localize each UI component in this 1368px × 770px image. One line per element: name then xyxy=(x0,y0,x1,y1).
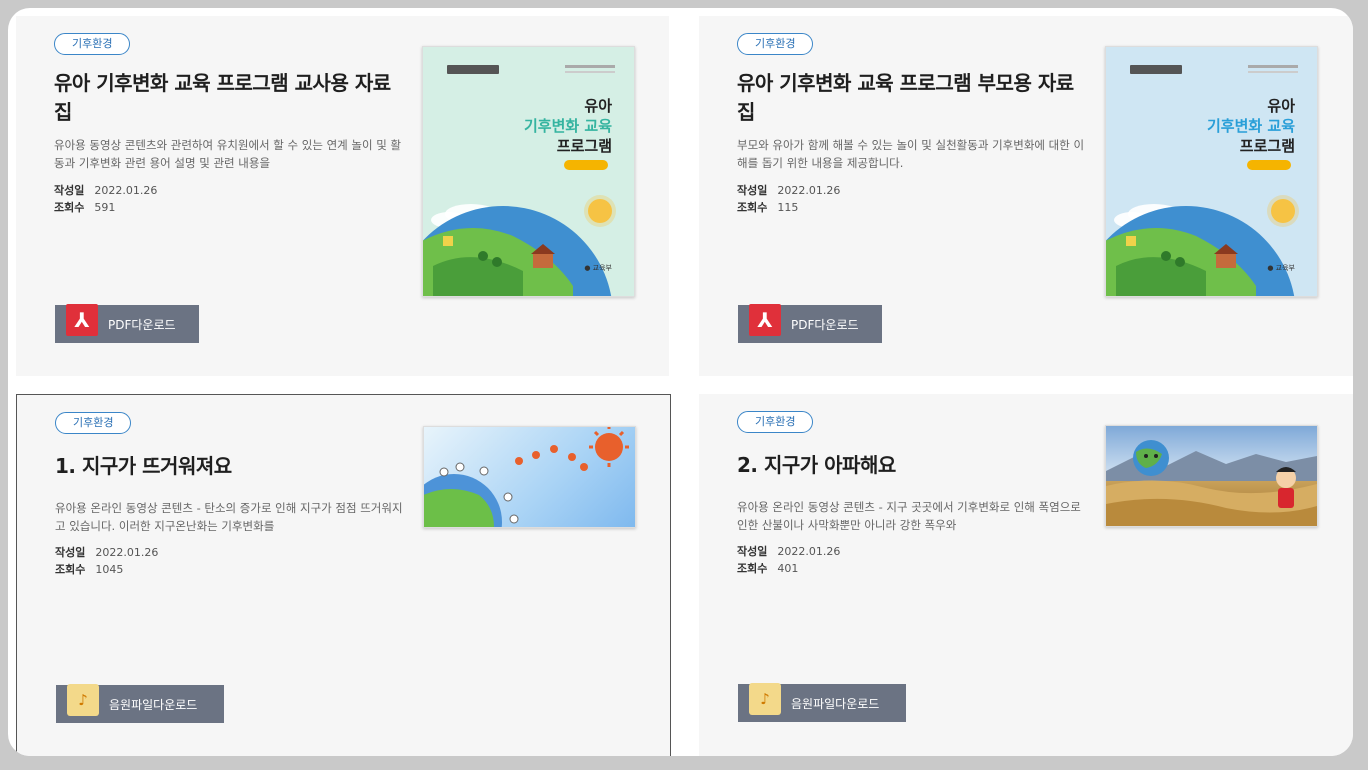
category-tag[interactable]: 기후환경 xyxy=(737,411,814,433)
audio-download-button[interactable]: ♪ 음원파일다운로드 xyxy=(56,683,224,723)
category-tag[interactable]: 기후환경 xyxy=(54,33,131,55)
resource-card[interactable]: 기후환경 2. 지구가 아파해요 유아용 온라인 동영상 콘텐츠 - 지구 곳곳… xyxy=(699,394,1353,756)
ministry-logo: ● 교육부 xyxy=(1267,264,1295,272)
resource-list: 기후환경 유아 기후변화 교육 프로그램 교사용 자료집 유아용 동영상 콘텐츠… xyxy=(8,8,1353,756)
cover-badge xyxy=(564,160,608,170)
button-label: PDF다운로드 xyxy=(108,317,176,332)
cover-title-line2: 기후변화 교육 xyxy=(523,117,612,135)
pdf-icon: ⅄ xyxy=(66,303,98,336)
pdf-icon: ⅄ xyxy=(749,303,781,336)
cover-org-line xyxy=(565,71,615,73)
button-label: 음원파일다운로드 xyxy=(109,697,198,712)
resource-description: 유아용 온라인 동영상 콘텐츠 - 지구 곳곳에서 기후변화로 인해 폭염으로 … xyxy=(737,500,1081,532)
publisher-logo xyxy=(1130,65,1182,74)
resource-title[interactable]: 유아 기후변화 교육 프로그램 교사용 자료집 xyxy=(54,69,404,127)
category-tag[interactable]: 기후환경 xyxy=(737,33,814,55)
audio-file-icon: ♪ xyxy=(749,682,781,715)
views-label: 조회수 xyxy=(737,201,768,214)
button-label: 음원파일다운로드 xyxy=(791,696,880,711)
date-value: 2022.01.26 xyxy=(94,184,158,197)
views-value: 591 xyxy=(94,201,116,214)
date-value: 2022.01.26 xyxy=(777,184,841,197)
views-value: 1045 xyxy=(95,563,124,576)
category-tag[interactable]: 기후환경 xyxy=(55,412,132,434)
resource-description: 부모와 유아가 함께 해볼 수 있는 놀이 및 실천활동과 기후변화에 대한 이… xyxy=(737,138,1085,170)
cover-title-line3: 프로그램 xyxy=(556,137,612,155)
publisher-logo xyxy=(447,65,499,74)
book-cover-thumbnail[interactable]: 유아 기후변화 교육 프로그램 ● 교육부 xyxy=(422,46,635,297)
date-label: 작성일 xyxy=(55,546,86,559)
earth-illustration xyxy=(423,204,612,296)
resource-description: 유아용 동영상 콘텐츠와 관련하여 유치원에서 할 수 있는 연계 놀이 및 활… xyxy=(54,138,402,170)
cover-org-line xyxy=(1248,65,1298,68)
cover-title-line2: 기후변화 교육 xyxy=(1206,117,1295,135)
cover-title-line1: 유아 xyxy=(584,97,612,115)
cover-title-line3: 프로그램 xyxy=(1239,137,1295,155)
resource-card[interactable]: 기후환경 유아 기후변화 교육 프로그램 부모용 자료집 부모와 유아가 함께 … xyxy=(699,16,1353,376)
resource-card[interactable]: 기후환경 유아 기후변화 교육 프로그램 교사용 자료집 유아용 동영상 콘텐츠… xyxy=(16,16,669,376)
views-value: 401 xyxy=(777,562,799,575)
ministry-logo: ● 교육부 xyxy=(584,264,612,272)
views-label: 조회수 xyxy=(54,201,85,214)
date-row: 작성일 2022.01.26 xyxy=(55,544,158,561)
views-value: 115 xyxy=(777,201,799,214)
video-thumbnail[interactable] xyxy=(423,426,636,528)
date-label: 작성일 xyxy=(54,184,85,197)
audio-download-button[interactable]: ♪ 음원파일다운로드 xyxy=(738,682,906,722)
button-label: PDF다운로드 xyxy=(791,317,859,332)
pdf-download-button[interactable]: ⅄ PDF다운로드 xyxy=(55,303,199,343)
date-value: 2022.01.26 xyxy=(95,546,159,559)
views-row: 조회수 591 xyxy=(54,199,115,216)
date-row: 작성일 2022.01.26 xyxy=(737,182,840,199)
audio-file-icon: ♪ xyxy=(67,683,99,716)
views-row: 조회수 115 xyxy=(737,199,798,216)
resource-title[interactable]: 유아 기후변화 교육 프로그램 부모용 자료집 xyxy=(737,69,1087,127)
views-row: 조회수 401 xyxy=(737,560,798,577)
cover-badge xyxy=(1247,160,1291,170)
date-row: 작성일 2022.01.26 xyxy=(54,182,157,199)
resource-card[interactable]: 기후환경 1. 지구가 뜨거워져요 유아용 온라인 동영상 콘텐츠 - 탄소의 … xyxy=(16,394,671,756)
date-row: 작성일 2022.01.26 xyxy=(737,543,840,560)
desert-earth-illustration xyxy=(1106,440,1317,526)
date-value: 2022.01.26 xyxy=(777,545,841,558)
cover-title-line1: 유아 xyxy=(1267,97,1295,115)
date-label: 작성일 xyxy=(737,184,768,197)
book-cover-thumbnail[interactable]: 유아 기후변화 교육 프로그램 ● 교육부 xyxy=(1105,46,1318,297)
views-label: 조회수 xyxy=(737,562,768,575)
pdf-download-button[interactable]: ⅄ PDF다운로드 xyxy=(738,303,882,343)
resource-title[interactable]: 1. 지구가 뜨거워져요 xyxy=(55,452,405,481)
date-label: 작성일 xyxy=(737,545,768,558)
cover-org-line xyxy=(565,65,615,68)
video-thumbnail[interactable] xyxy=(1105,425,1318,527)
resource-title[interactable]: 2. 지구가 아파해요 xyxy=(737,451,1087,480)
earth-illustration xyxy=(1106,204,1295,296)
views-label: 조회수 xyxy=(55,563,86,576)
resource-description: 유아용 온라인 동영상 콘텐츠 - 탄소의 증가로 인해 지구가 점점 뜨거워지… xyxy=(55,501,403,533)
cover-org-line xyxy=(1248,71,1298,73)
views-row: 조회수 1045 xyxy=(55,561,123,578)
earth-virus-illustration xyxy=(424,427,629,527)
